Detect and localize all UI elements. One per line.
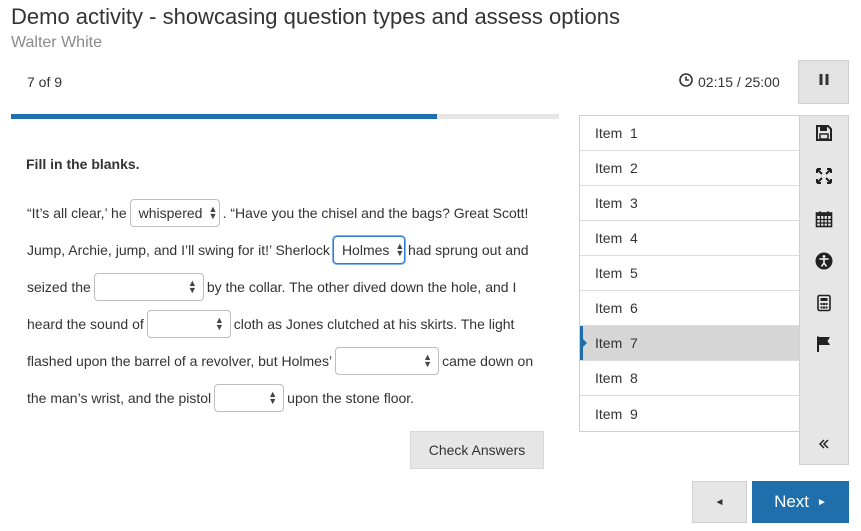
updown-arrows-icon: ▲ ▼ xyxy=(395,240,405,258)
item-nav-label: Item 8 xyxy=(595,370,638,386)
question-counter: 7 of 9 xyxy=(27,74,63,90)
passage-line: Jump, Archie, jump, and I’ll swing for i… xyxy=(27,231,529,268)
item-nav-8[interactable]: Item 8 xyxy=(580,361,799,396)
item-nav-label: Item 6 xyxy=(595,300,638,316)
check-answers-button[interactable]: Check Answers xyxy=(410,431,544,469)
passage-line: seized the ▲ ▼ by the collar. The other div… xyxy=(27,268,516,305)
item-nav-label: Item 2 xyxy=(595,160,638,176)
passage-text: . “Have you the chisel and the bags? Gre… xyxy=(222,204,529,221)
timer: 02:15 / 25:00 xyxy=(679,73,780,90)
updown-arrows-icon: ▲ ▼ xyxy=(423,351,433,369)
updown-arrows-icon: ▲ ▼ xyxy=(187,277,197,295)
blank-dropdown[interactable]: ▲ ▼ xyxy=(214,383,285,412)
item-nav-label: Item 9 xyxy=(595,405,638,422)
timer-text: 02:15 / 25:00 xyxy=(698,73,780,90)
calculator-icon xyxy=(815,294,833,317)
item-nav-5[interactable]: Item 5 xyxy=(580,256,799,291)
item-nav-3[interactable]: Item 3 xyxy=(580,186,799,221)
passage-line: the man’s wrist, and the pistol ▲ ▼ upon th… xyxy=(27,379,414,416)
activity-title: Demo activity - showcasing question type… xyxy=(11,4,620,29)
clock-icon xyxy=(679,73,693,90)
blank-dropdown[interactable]: ▲ ▼ xyxy=(93,272,204,301)
passage-text: by the collar. The other dived down the … xyxy=(206,278,517,295)
accessibility-button[interactable] xyxy=(800,249,848,277)
item-nav-2[interactable]: Item 2 xyxy=(580,151,799,186)
item-nav-label: Item 4 xyxy=(595,230,638,246)
item-nav-label: Item 7 xyxy=(595,335,638,351)
passage-text: upon the stone floor. xyxy=(287,389,415,406)
item-nav-label: Item 1 xyxy=(595,125,638,141)
blank-dropdown-value: Holmes xyxy=(341,241,390,258)
passage-text: Jump, Archie, jump, and I’ll swing for i… xyxy=(27,241,330,258)
updown-arrows-icon: ▲ ▼ xyxy=(214,314,224,332)
passage-line: flashed upon the barrel of a revolver, b… xyxy=(27,342,533,379)
item-nav-label: Item 3 xyxy=(595,195,638,211)
item-nav-1[interactable]: Item 1 xyxy=(580,116,799,151)
side-toolbar xyxy=(799,115,849,465)
user-name: Walter White xyxy=(11,34,102,51)
updown-arrows-icon: ▲ ▼ xyxy=(208,203,218,221)
passage-line: heard the sound of ▲ ▼ cloth as Jones clutc… xyxy=(27,305,514,342)
item-nav-7[interactable]: Item 7 xyxy=(580,326,799,361)
next-icon: ► xyxy=(817,496,827,508)
calculator-button[interactable] xyxy=(800,291,848,319)
blank-dropdown-value: whispered xyxy=(138,204,203,221)
fullscreen-button[interactable] xyxy=(800,164,848,192)
flag-icon xyxy=(815,335,833,358)
calendar-icon xyxy=(815,210,833,233)
item-nav-4[interactable]: Item 4 xyxy=(580,221,799,256)
item-nav-9[interactable]: Item 9 xyxy=(580,396,799,431)
item-nav-6[interactable]: Item 6 xyxy=(580,291,799,326)
item-nav-label: Item 5 xyxy=(595,265,638,281)
pause-icon xyxy=(818,73,830,91)
question-prompt: Fill in the blanks. xyxy=(26,156,140,172)
flag-button[interactable] xyxy=(800,332,848,360)
save-button[interactable] xyxy=(800,121,848,149)
passage-text: had sprung out and xyxy=(407,241,529,258)
progress-bar xyxy=(11,114,559,119)
blank-dropdown[interactable]: Holmes ▲ ▼ xyxy=(332,235,405,264)
passage-text: “It’s all clear,’ he xyxy=(27,204,127,221)
progress-bar-fill xyxy=(11,114,437,119)
fullscreen-icon xyxy=(815,167,833,190)
passage-text: heard the sound of xyxy=(27,315,144,332)
passage-text: seized the xyxy=(27,278,91,295)
next-button[interactable]: Next ► xyxy=(752,481,849,523)
collapse-icon xyxy=(815,435,833,458)
save-icon xyxy=(815,124,833,147)
blank-dropdown[interactable]: whispered ▲ ▼ xyxy=(129,198,220,227)
passage-text: the man’s wrist, and the pistol xyxy=(27,389,212,406)
collapse-sidebar-button[interactable] xyxy=(800,432,848,460)
calendar-button[interactable] xyxy=(800,207,848,235)
passage-text: flashed upon the barrel of a revolver, b… xyxy=(27,352,333,369)
passage-line: “It’s all clear,’ he whispered ▲ ▼. “Have y… xyxy=(27,194,528,231)
next-button-label: Next xyxy=(774,492,810,511)
updown-arrows-icon: ▲ ▼ xyxy=(268,388,278,406)
accessibility-icon xyxy=(815,252,833,275)
passage-text: cloth as Jones clutched at his skirts. T… xyxy=(233,315,515,332)
item-navigation-list: Item 1 Item 2 Item 3 Item 4 Item 5 Item 6 Item… xyxy=(579,115,800,432)
passage-text: came down on xyxy=(442,352,534,369)
previous-button[interactable]: ◄ xyxy=(692,481,747,523)
blank-dropdown[interactable]: ▲ ▼ xyxy=(146,309,231,338)
pause-button[interactable] xyxy=(798,60,849,104)
blank-dropdown[interactable]: ▲ ▼ xyxy=(335,346,440,375)
previous-icon: ◄ xyxy=(714,496,725,508)
